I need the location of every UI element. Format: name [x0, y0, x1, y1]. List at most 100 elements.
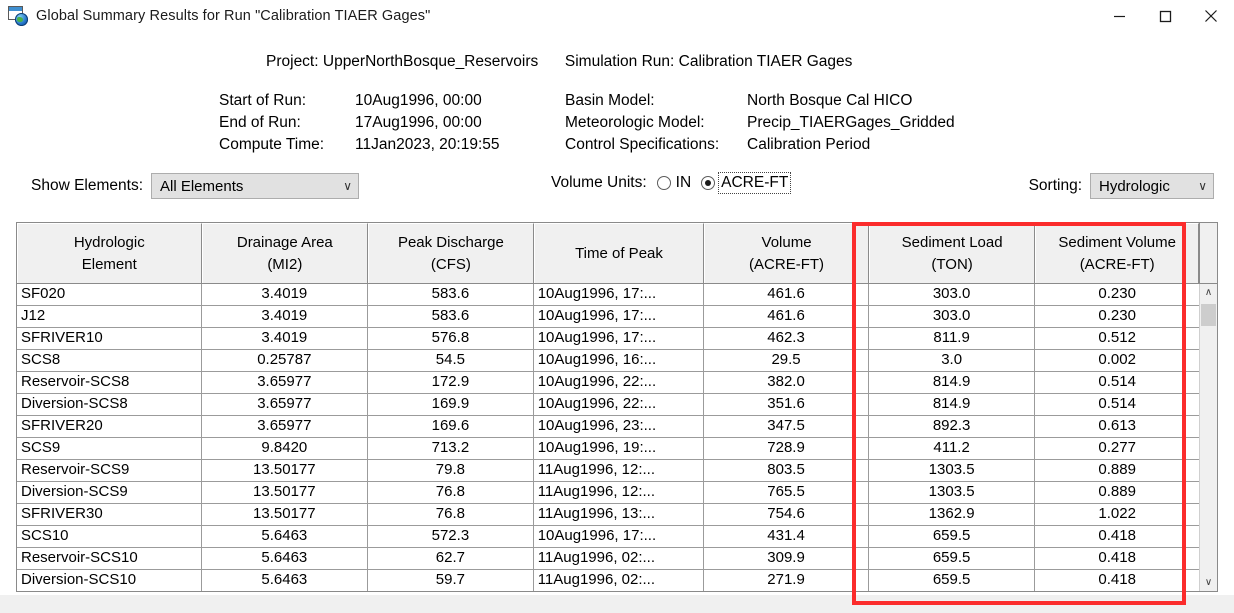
control-specifications-label: Control Specifications: [565, 136, 720, 153]
column-header-volume[interactable]: Volume (ACRE-FT) [704, 223, 869, 283]
column-header-time-of-peak[interactable]: Time of Peak [533, 223, 705, 283]
run-metadata-grid: Start of Run: 10Aug1996, 00:00 Basin Mod… [0, 91, 1234, 155]
meteorologic-model-label: Meteorologic Model: [565, 114, 705, 131]
minimize-button[interactable] [1096, 0, 1142, 32]
table-cell: 462.3 [704, 328, 869, 349]
column-header-sediment-volume[interactable]: Sediment Volume (ACRE-FT) [1035, 223, 1199, 283]
table-cell: SCS10 [17, 526, 202, 547]
table-cell: 461.6 [704, 306, 869, 327]
controls-row: Show Elements: All Elements ∨ Volume Uni… [0, 171, 1234, 205]
table-row[interactable]: SF020 3.4019 583.6 10Aug1996, 17:... 461.6 30… [17, 284, 1199, 306]
column-header-hydrologic-element[interactable]: Hydrologic Element [17, 223, 202, 283]
project-line: Project: UpperNorthBosque_Reservoirs Sim… [0, 53, 1234, 71]
table-cell: 10Aug1996, 16:... [534, 350, 705, 371]
show-elements-dropdown[interactable]: All Elements ∨ [151, 173, 359, 199]
table-cell: 3.0 [869, 350, 1036, 371]
table-cell: 76.8 [368, 482, 534, 503]
compute-time-label: Compute Time: [219, 136, 325, 153]
table-cell: 79.8 [368, 460, 534, 481]
table-row[interactable]: Reservoir-SCS9 13.50177 79.8 11Aug1996, 12:… [17, 460, 1199, 482]
table-cell: Diversion-SCS8 [17, 394, 202, 415]
table-cell: 13.50177 [202, 482, 369, 503]
table-row[interactable]: SFRIVER10 3.4019 576.8 10Aug1996, 17:... 462… [17, 328, 1199, 350]
radio-volume-unit-acreft[interactable] [701, 176, 716, 190]
table-cell: 169.9 [368, 394, 534, 415]
run-info-block: Project: UpperNorthBosque_Reservoirs Sim… [0, 32, 1234, 155]
table-cell: 1303.5 [869, 460, 1036, 481]
table-row[interactable]: SCS9 9.8420 713.2 10Aug1996, 19:... 728.9 411… [17, 438, 1199, 460]
table-row[interactable]: Reservoir-SCS8 3.65977 172.9 10Aug1996, 22:… [17, 372, 1199, 394]
table-cell: 10Aug1996, 17:... [534, 328, 705, 349]
column-header-line1: Drainage Area [236, 233, 333, 251]
column-header-line1: Time of Peak [575, 244, 663, 262]
table-row[interactable]: SFRIVER20 3.65977 169.6 10Aug1996, 23:... 34… [17, 416, 1199, 438]
simulation-run-label: Simulation Run: [564, 53, 675, 70]
table-cell: 814.9 [869, 372, 1036, 393]
start-of-run-label: Start of Run: [219, 92, 307, 109]
volume-unit-in-label[interactable]: IN [676, 174, 692, 192]
show-elements-label: Show Elements: [31, 177, 143, 194]
table-cell: SFRIVER30 [17, 504, 202, 525]
table-cell: 10Aug1996, 22:... [534, 394, 705, 415]
table-cell: 431.4 [704, 526, 869, 547]
table-cell: 10Aug1996, 17:... [534, 306, 705, 327]
table-cell: 309.9 [704, 548, 869, 569]
column-header-peak-discharge[interactable]: Peak Discharge (CFS) [368, 223, 534, 283]
table-cell: SCS9 [17, 438, 202, 459]
table-row[interactable]: Reservoir-SCS10 5.6463 62.7 11Aug1996, 02:.… [17, 548, 1199, 570]
table-row[interactable]: Diversion-SCS9 13.50177 76.8 11Aug1996, 12:… [17, 482, 1199, 504]
compute-time-value: 11Jan2023, 20:19:55 [355, 136, 500, 153]
column-header-line2: (CFS) [430, 255, 471, 273]
table-cell: 1.022 [1098, 505, 1136, 522]
chevron-down-icon: ∨ [1198, 179, 1207, 193]
table-cell: 0.512 [1098, 329, 1136, 346]
table-cell: 10Aug1996, 17:... [534, 526, 705, 547]
table-cell: 62.7 [368, 548, 534, 569]
table-row[interactable]: J12 3.4019 583.6 10Aug1996, 17:... 461.6 303.… [17, 306, 1199, 328]
table-cell: 0.514 [1098, 373, 1136, 390]
column-header-line1: Hydrologic [73, 233, 145, 251]
sorting-group: Sorting: Hydrologic ∨ [1029, 173, 1214, 199]
table-cell: 5.6463 [202, 548, 369, 569]
table-rows-container: SF020 3.4019 583.6 10Aug1996, 17:... 461.6 30… [17, 284, 1199, 591]
table-row[interactable]: SCS8 0.25787 54.5 10Aug1996, 16:... 29.5 3.0 0… [17, 350, 1199, 372]
table-cell: 576.8 [368, 328, 534, 349]
sorting-dropdown[interactable]: Hydrologic ∨ [1090, 173, 1214, 199]
table-cell: SFRIVER10 [17, 328, 202, 349]
column-header-drainage-area[interactable]: Drainage Area (MI2) [201, 223, 369, 283]
column-header-line1: Sediment Volume [1058, 233, 1176, 251]
scroll-down-arrow-icon[interactable]: ∨ [1200, 574, 1217, 591]
table-cell: 0.613 [1098, 417, 1136, 434]
table-cell: Reservoir-SCS8 [17, 372, 202, 393]
table-cell: 169.6 [368, 416, 534, 437]
volume-unit-acreft-label[interactable]: ACRE-FT [718, 172, 792, 194]
table-cell: 0.418 [1098, 571, 1136, 588]
table-cell: 0.25787 [202, 350, 369, 371]
scroll-up-arrow-icon[interactable]: ∧ [1200, 284, 1217, 301]
close-button[interactable] [1188, 0, 1234, 32]
table-cell: 659.5 [869, 548, 1036, 569]
column-header-sediment-load[interactable]: Sediment Load (TON) [868, 223, 1036, 283]
table-cell: 5.6463 [202, 526, 369, 547]
radio-volume-unit-in[interactable] [656, 176, 671, 190]
table-cell: 0.230 [1098, 285, 1136, 302]
vertical-scrollbar[interactable]: ∧ ∨ [1199, 284, 1217, 591]
table-row[interactable]: SFRIVER30 13.50177 76.8 11Aug1996, 13:... 75… [17, 504, 1199, 526]
table-cell: 10Aug1996, 19:... [534, 438, 705, 459]
table-body: SF020 3.4019 583.6 10Aug1996, 17:... 461.6 30… [17, 284, 1217, 591]
table-row[interactable]: SCS10 5.6463 572.3 10Aug1996, 17:... 431.4 65… [17, 526, 1199, 548]
table-row[interactable]: Diversion-SCS8 3.65977 169.9 10Aug1996, 22:… [17, 394, 1199, 416]
end-of-run-value: 17Aug1996, 00:00 [355, 114, 482, 131]
table-cell: 59.7 [368, 570, 534, 591]
end-of-run-label: End of Run: [219, 114, 301, 131]
show-elements-group: Show Elements: All Elements ∨ [31, 173, 359, 199]
maximize-button[interactable] [1142, 0, 1188, 32]
table-cell: Reservoir-SCS9 [17, 460, 202, 481]
table-cell: Diversion-SCS9 [17, 482, 202, 503]
table-cell: 1362.9 [869, 504, 1036, 525]
table-cell: 0.514 [1098, 395, 1136, 412]
table-cell: 765.5 [704, 482, 869, 503]
table-row[interactable]: Diversion-SCS10 5.6463 59.7 11Aug1996, 02:.… [17, 570, 1199, 591]
scrollbar-thumb[interactable] [1201, 304, 1216, 326]
table-cell: SCS8 [17, 350, 202, 371]
